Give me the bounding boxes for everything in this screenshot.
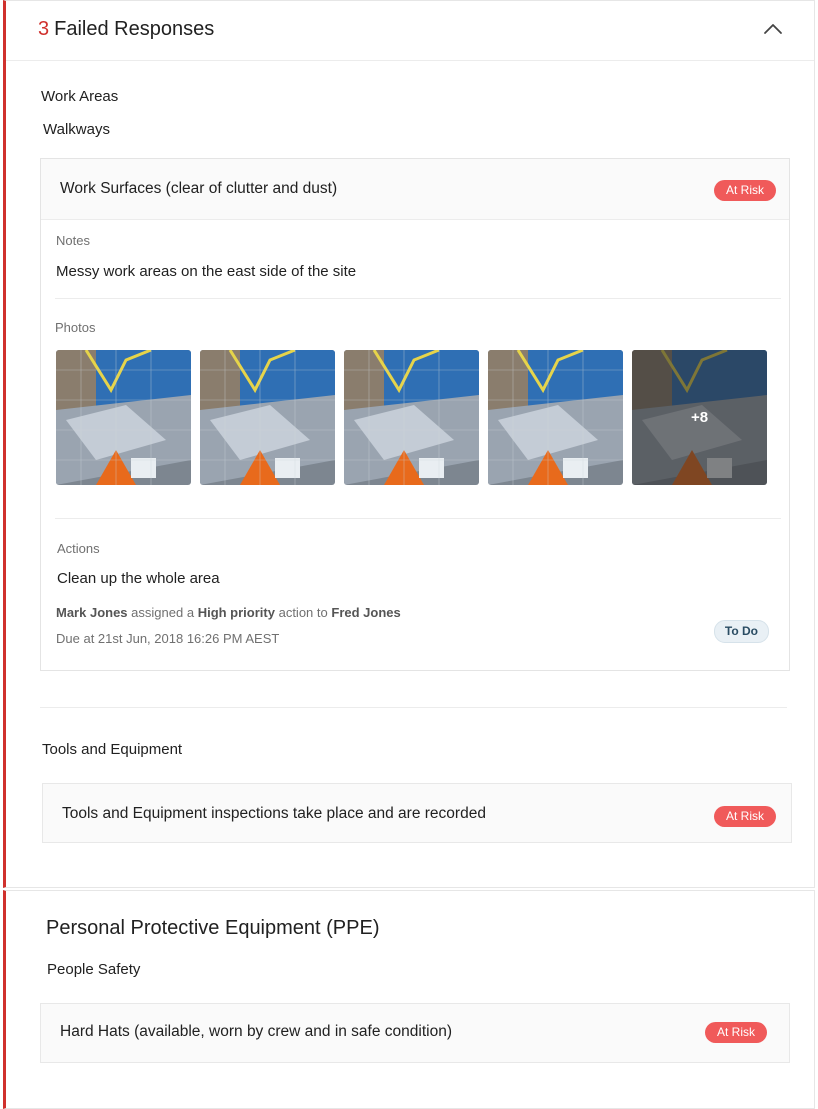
failed-title-text: Failed Responses <box>54 18 215 40</box>
action-assignment: Mark Jones assigned a High priority acti… <box>56 605 401 620</box>
notes-text: Messy work areas on the east side of the… <box>56 263 357 280</box>
section-title: Work Areas <box>41 88 119 105</box>
status-badge: At Risk <box>713 806 776 827</box>
response-item[interactable]: Hard Hats (available, worn by crew and i… <box>40 1003 790 1063</box>
photo-image <box>56 350 191 485</box>
more-photos-count: +8 <box>632 350 767 485</box>
section-title: Tools and Equipment <box>42 741 183 758</box>
assigned-text: assigned a <box>131 605 195 620</box>
question-text: Tools and Equipment inspections take pla… <box>62 805 486 822</box>
divider <box>55 518 781 519</box>
ppe-card: Personal Protective Equipment (PPE) Peop… <box>3 890 815 1109</box>
photo-image <box>488 350 623 485</box>
failed-responses-header[interactable]: 3 Failed Responses <box>6 1 814 61</box>
subsection-title: People Safety <box>47 961 141 978</box>
actions-label: Actions <box>57 541 100 556</box>
action-to-text: action to <box>278 605 328 620</box>
status-badge: At Risk <box>713 180 776 201</box>
action-assigner: Mark Jones <box>56 605 128 620</box>
action-priority: High priority <box>197 605 275 620</box>
failed-responses-card: 3 Failed Responses Work Areas Walkways Wo… <box>3 0 815 888</box>
subsection-title: Walkways <box>43 121 110 138</box>
action-assignee: Fred Jones <box>331 605 401 620</box>
response-item[interactable]: Tools and Equipment inspections take pla… <box>42 783 792 843</box>
photo-thumbnail[interactable] <box>200 350 335 485</box>
photo-thumbnail[interactable] <box>56 350 191 485</box>
question-text: Hard Hats (available, worn by crew and i… <box>60 1023 452 1040</box>
photo-more-thumbnail[interactable]: +8 <box>632 350 767 485</box>
photo-image <box>344 350 479 485</box>
section-divider <box>40 707 787 708</box>
response-item-header[interactable]: Work Surfaces (clear of clutter and dust… <box>41 159 789 220</box>
chevron-up-icon[interactable] <box>762 21 784 37</box>
photo-thumbnail[interactable] <box>344 350 479 485</box>
notes-label: Notes <box>56 233 90 248</box>
question-text: Work Surfaces (clear of clutter and dust… <box>60 180 338 197</box>
photo-thumbnail[interactable] <box>488 350 623 485</box>
failed-responses-title: 3 Failed Responses <box>38 18 214 41</box>
failed-count: 3 <box>38 18 50 40</box>
action-due: Due at 21st Jun, 2018 16:26 PM AEST <box>56 631 280 646</box>
category-title: Personal Protective Equipment (PPE) <box>46 917 380 939</box>
photo-image <box>200 350 335 485</box>
action-title[interactable]: Clean up the whole area <box>57 570 220 587</box>
divider <box>55 298 781 299</box>
action-status-badge: To Do <box>713 620 769 643</box>
photos-label: Photos <box>55 320 96 335</box>
status-badge: At Risk <box>704 1022 767 1043</box>
